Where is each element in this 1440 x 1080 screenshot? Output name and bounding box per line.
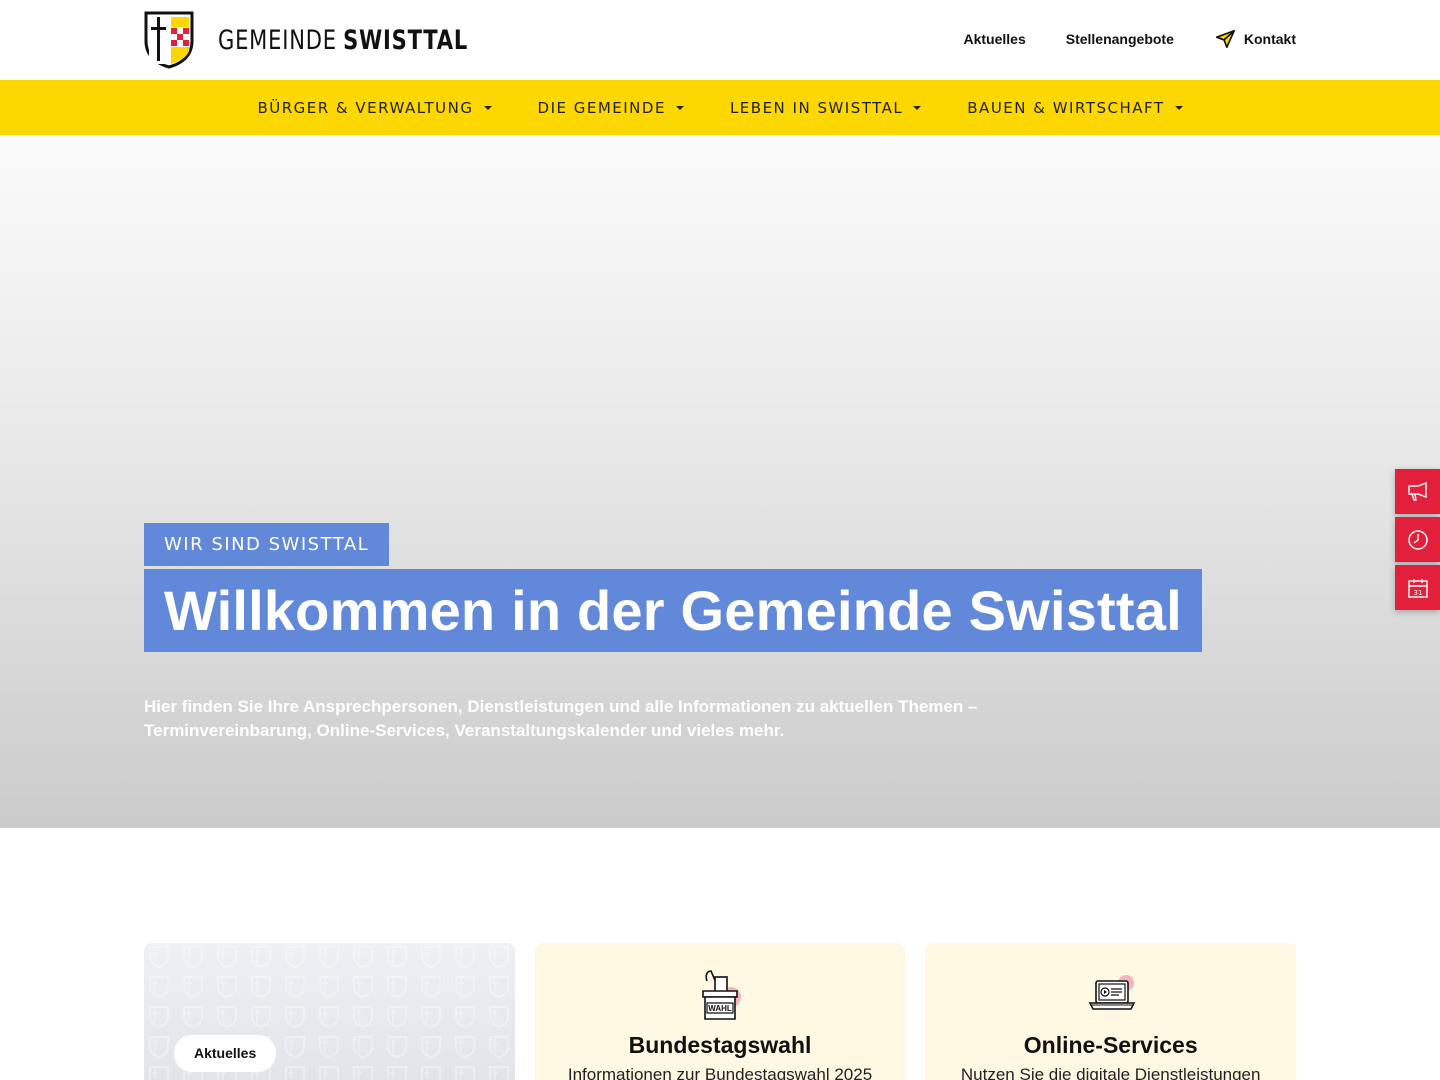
site-logo[interactable]: GEMEINDE SWISTTAL — [144, 11, 539, 69]
nav-item-leben-in-swisttal[interactable]: Leben in Swisttal — [729, 98, 922, 117]
ballot-box-icon: WAHL — [702, 970, 741, 1020]
teaser-cards: Aktuelles WAHL Bundestagswahl Informatio… — [144, 943, 1297, 1080]
hero-description: Hier finden Sie Ihre Ansprechpersonen, D… — [144, 697, 978, 740]
side-tab-opening-hours[interactable] — [1395, 517, 1440, 562]
megaphone-icon — [1407, 481, 1427, 501]
caret-down-icon — [483, 105, 492, 110]
ballot-box-label: WAHL — [708, 1004, 732, 1013]
card-badge[interactable]: Aktuelles — [174, 1035, 277, 1072]
nav-item-buerger-verwaltung[interactable]: Bürger & Verwaltung — [257, 98, 492, 117]
caret-down-icon — [675, 105, 684, 110]
site-header: GEMEINDE SWISTTAL Aktuelles Stellenangebo… — [0, 0, 1440, 80]
card-aktuelles[interactable]: Aktuelles — [144, 943, 515, 1080]
side-tab-calendar[interactable]: 31 — [1395, 565, 1440, 610]
nav-item-die-gemeinde[interactable]: Die Gemeinde — [538, 99, 684, 117]
nav-item-label: Leben in Swisttal — [729, 98, 904, 117]
nav-item-label: Bauen & Wirtschaft — [967, 98, 1165, 117]
top-link-kontakt[interactable]: Kontakt — [1214, 28, 1296, 50]
caret-down-icon — [913, 105, 922, 110]
card-title: Bundestagswahl — [628, 1032, 812, 1058]
card-bundestagswahl[interactable]: WAHL Bundestagswahl Informationen zur Bu… — [534, 943, 906, 1080]
site-name-light: GEMEINDE — [218, 24, 337, 56]
main-navigation: Bürger & Verwaltung Die Gemeinde Leben i… — [0, 80, 1440, 135]
top-navigation: Aktuelles Stellenangebote Kontakt — [963, 28, 1296, 50]
card-text: Informationen zur Bundestagswahl 2025 — [567, 1065, 873, 1080]
top-link-kontakt-label: Kontakt — [1243, 31, 1296, 47]
hero-kicker: Wir sind Swisttal — [144, 523, 390, 566]
nav-item-bauen-wirtschaft[interactable]: Bauen & Wirtschaft — [967, 98, 1183, 117]
top-link-aktuelles[interactable]: Aktuelles — [963, 31, 1025, 47]
site-name-bold: SWISTTAL — [343, 24, 469, 56]
card-title: Online-Services — [1023, 1032, 1198, 1058]
card-online-services[interactable]: Online-Services Nutzen Sie die digitale … — [925, 943, 1297, 1080]
nav-item-label: Bürger & Verwaltung — [257, 98, 474, 117]
card-text: Nutzen Sie die digitale Dienstleistungen — [960, 1065, 1261, 1080]
site-name: GEMEINDE SWISTTAL — [218, 25, 468, 56]
clock-icon — [1407, 529, 1428, 550]
coat-of-arms-icon — [144, 11, 194, 69]
side-quick-links: 31 — [1395, 469, 1440, 610]
hero-banner: Wir sind Swisttal Willkommen in der Geme… — [0, 135, 1440, 828]
send-icon — [1215, 29, 1235, 49]
caret-down-icon — [1174, 105, 1183, 110]
side-tab-news[interactable] — [1395, 469, 1440, 514]
hero-title: Willkommen in der Gemeinde Swisttal — [144, 569, 1202, 652]
calendar-icon: 31 — [1407, 578, 1428, 598]
calendar-day: 31 — [1413, 589, 1422, 597]
laptop-video-icon — [1088, 975, 1135, 1010]
top-link-stellenangebote[interactable]: Stellenangebote — [1066, 31, 1174, 47]
nav-item-label: Die Gemeinde — [537, 98, 666, 117]
